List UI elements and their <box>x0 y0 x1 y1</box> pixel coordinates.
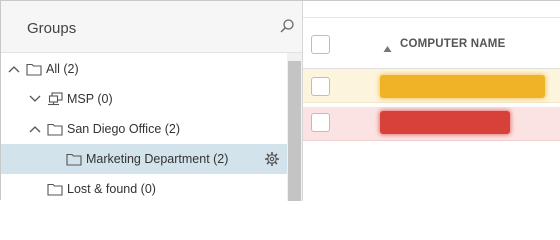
sort-ascending-icon[interactable] <box>383 40 392 52</box>
tree-item-label: All (2) <box>46 62 79 76</box>
table-toolbar <box>303 1 560 18</box>
computer-name-redacted[interactable] <box>380 111 510 134</box>
folder-icon <box>47 182 63 196</box>
tree-item-san-diego-office[interactable]: San Diego Office (2) <box>1 114 287 144</box>
tree-item-label: MSP (0) <box>67 92 113 106</box>
tree-item-label: San Diego Office (2) <box>67 122 181 136</box>
folder-icon <box>47 122 63 136</box>
groups-tree: All (2) MSP (0) San Diego Office (2) Mar… <box>1 53 287 201</box>
tree-item-label: Marketing Department (2) <box>86 152 229 166</box>
search-icon[interactable] <box>279 18 295 34</box>
folder-icon <box>66 152 82 166</box>
tree-item-lost-and-found[interactable]: Lost & found (0) <box>1 174 287 204</box>
groups-title: Groups <box>27 20 77 37</box>
computers-table: COMPUTER NAME <box>303 1 560 201</box>
table-header: COMPUTER NAME <box>303 18 560 69</box>
folder-icon <box>26 62 42 76</box>
network-icon <box>47 92 63 106</box>
tree-item-all[interactable]: All (2) <box>1 54 287 84</box>
table-row[interactable] <box>303 107 560 141</box>
select-all-checkbox[interactable] <box>311 35 330 54</box>
tree-item-msp[interactable]: MSP (0) <box>1 84 287 114</box>
row-checkbox[interactable] <box>311 113 330 132</box>
table-row[interactable] <box>303 69 560 103</box>
gear-icon[interactable] <box>264 151 280 167</box>
chevron-up-icon[interactable] <box>28 122 42 136</box>
groups-header: Groups <box>1 1 302 53</box>
column-header-computer-name[interactable]: COMPUTER NAME <box>400 38 505 50</box>
computer-name-redacted[interactable] <box>380 75 545 98</box>
groups-panel: Groups All (2) MSP (0) San Diego Office … <box>1 1 303 201</box>
row-checkbox[interactable] <box>311 77 330 96</box>
tree-item-label: Lost & found (0) <box>67 182 156 196</box>
scrollbar-thumb[interactable] <box>288 61 301 201</box>
chevron-down-icon[interactable] <box>28 92 42 106</box>
chevron-up-icon[interactable] <box>7 62 21 76</box>
tree-item-marketing-department[interactable]: Marketing Department (2) <box>1 144 287 174</box>
app-window: Groups All (2) MSP (0) San Diego Office … <box>0 0 560 201</box>
